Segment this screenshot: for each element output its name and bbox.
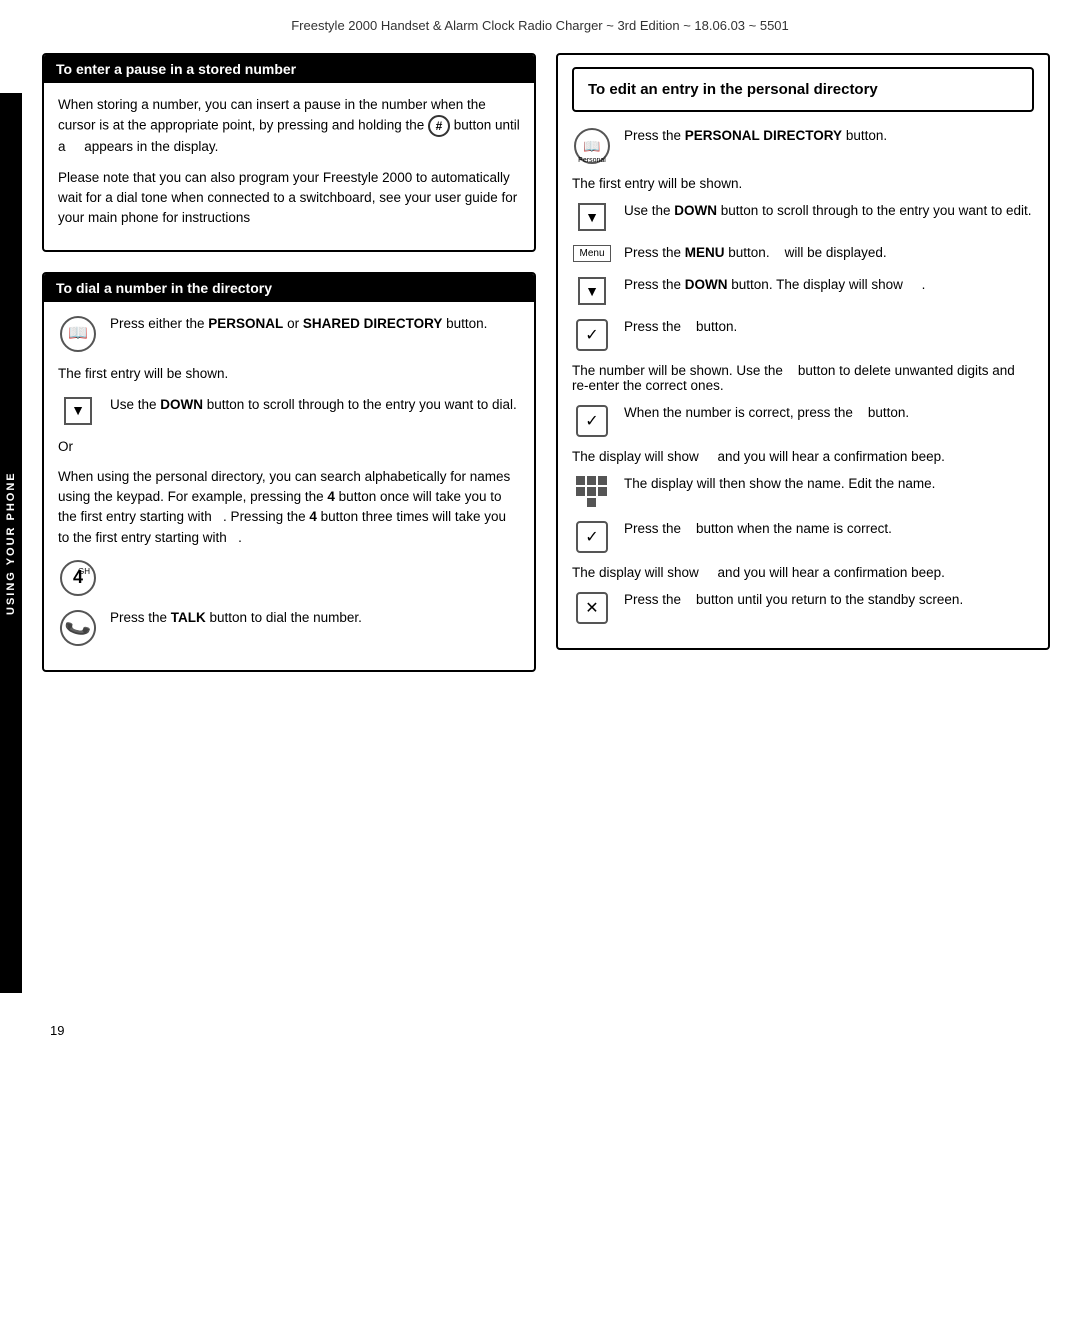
book-icon-2: 📖: [583, 138, 600, 155]
edit-row-book: 📖 Personal Press the PERSONAL DIRECTORY …: [572, 126, 1034, 164]
down-btn-icon-1: ▼: [572, 203, 612, 231]
section-dial-content: 📖 Press either the PERSONAL or SHARED DI…: [44, 302, 534, 670]
check-btn-icon-1: ✓: [572, 319, 612, 351]
section-pause-title: To enter a pause in a stored number: [44, 55, 534, 83]
edit-row-grid: The display will then show the name. Edi…: [572, 474, 1034, 507]
section-dial: To dial a number in the directory 📖 Pres…: [42, 272, 536, 672]
edit-row-menu: Menu Press the MENU button. will be disp…: [572, 243, 1034, 263]
dial-row-4: 4 GH: [58, 558, 520, 596]
section-edit-title: To edit an entry in the personal directo…: [572, 67, 1034, 112]
sidebar-label: USING YOUR PHONE: [0, 93, 22, 993]
keypad-grid-icon: [572, 476, 612, 507]
personal-directory-icon: 📖: [58, 316, 98, 352]
keypad-4-icon: 4 GH: [58, 560, 98, 596]
book-icon: 📖: [68, 322, 88, 346]
section-dial-title: To dial a number in the directory: [44, 274, 534, 302]
left-column: To enter a pause in a stored number When…: [42, 53, 536, 993]
talk-button-icon: 📞: [58, 610, 98, 646]
personal-dir-icon: 📖 Personal: [572, 128, 612, 164]
dial-row-book: 📖 Press either the PERSONAL or SHARED DI…: [58, 314, 520, 352]
dial-row-talk: 📞 Press the TALK button to dial the numb…: [58, 608, 520, 646]
check-btn-icon-2: ✓: [572, 405, 612, 437]
page-header: Freestyle 2000 Handset & Alarm Clock Rad…: [0, 0, 1080, 43]
section-pause: To enter a pause in a stored number When…: [42, 53, 536, 252]
menu-btn-icon: Menu: [572, 245, 612, 262]
phone-icon: 📞: [62, 610, 95, 645]
edit-row-check3: ✓ Press the button when the name is corr…: [572, 519, 1034, 553]
down-arrow-icon: ▼: [71, 400, 85, 421]
edit-row-down1: ▼ Use the DOWN button to scroll through …: [572, 201, 1034, 231]
section-edit: To edit an entry in the personal directo…: [556, 53, 1050, 650]
edit-row-check2: ✓ When the number is correct, press the …: [572, 403, 1034, 437]
check-btn-icon-3: ✓: [572, 521, 612, 553]
x-btn-icon: ✕: [572, 592, 612, 624]
edit-row-down2: ▼ Press the DOWN button. The display wil…: [572, 275, 1034, 305]
edit-row-check1: ✓ Press the button.: [572, 317, 1034, 351]
edit-row-x: ✕ Press the button until you return to t…: [572, 590, 1034, 624]
down-btn-icon-2: ▼: [572, 277, 612, 305]
hash-icon-inline: #: [428, 118, 454, 133]
page-number: 19: [0, 1013, 1080, 1048]
right-column: To edit an entry in the personal directo…: [556, 53, 1050, 993]
section-pause-content: When storing a number, you can insert a …: [44, 83, 534, 250]
dial-row-down: ▼ Use the DOWN button to scroll through …: [58, 395, 520, 425]
down-button-icon: ▼: [58, 397, 98, 425]
